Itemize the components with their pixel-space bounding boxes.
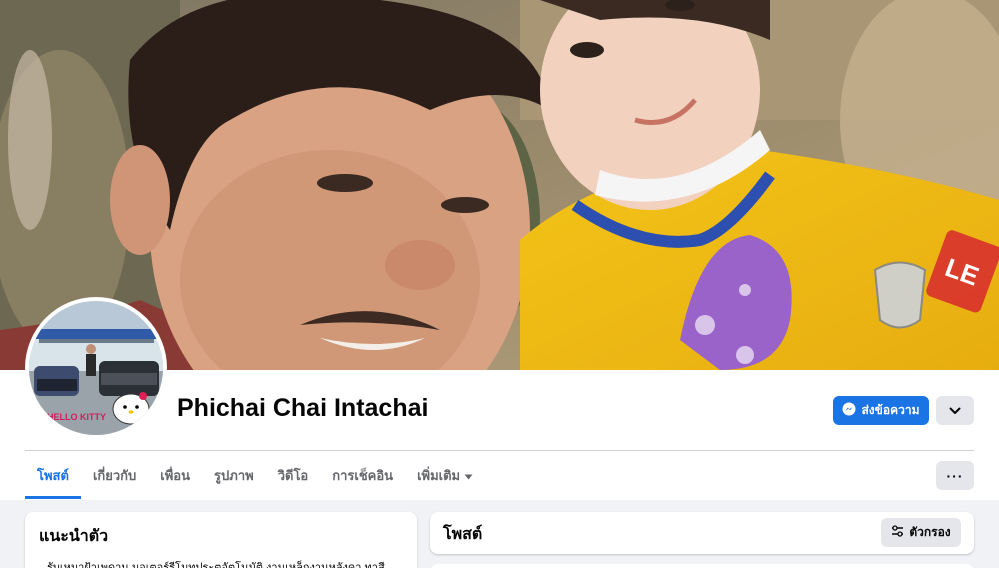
more-dots-icon: ··· xyxy=(946,467,964,484)
filter-icon xyxy=(891,525,904,540)
intro-title: แนะนำตัว xyxy=(39,528,109,545)
chevron-down-icon xyxy=(949,402,961,420)
tab-label: วิดีโอ xyxy=(277,467,309,483)
tab-label: รูปภาพ xyxy=(214,467,254,483)
posts-card: โพสต์ ตัวกรอง xyxy=(430,512,974,554)
intro-card: แนะนำตัว รับเหมาฝ้าเพดาน มอเตอร์รีโมทประ… xyxy=(25,512,417,568)
tab-about[interactable]: เกี่ยวกับ xyxy=(81,451,148,499)
profile-name: Phichai Chai Intachai xyxy=(177,394,429,422)
tab-photos[interactable]: รูปภาพ xyxy=(202,451,266,499)
tab-label: เกี่ยวกับ xyxy=(92,467,137,483)
filter-button[interactable]: ตัวกรอง xyxy=(881,518,961,547)
profile-tabs: โพสต์ เกี่ยวกับ เพื่อน รูปภาพ วิดีโอ การ… xyxy=(25,451,485,499)
tab-checkins[interactable]: การเช็คอิน xyxy=(320,451,405,499)
tab-videos[interactable]: วิดีโอ xyxy=(266,451,321,499)
messenger-icon xyxy=(842,402,856,419)
filter-label: ตัวกรอง xyxy=(909,525,951,539)
tab-label: การเช็คอิน xyxy=(332,467,394,483)
tab-friends[interactable]: เพื่อน xyxy=(148,451,202,499)
profile-options-button[interactable] xyxy=(936,396,974,425)
tab-more[interactable]: เพิ่มเติม xyxy=(405,451,485,499)
tab-posts[interactable]: โพสต์ xyxy=(25,451,81,499)
send-message-button[interactable]: ส่งข้อความ xyxy=(833,396,929,425)
tab-label: เพื่อน xyxy=(160,467,191,483)
send-message-label: ส่งข้อความ xyxy=(861,403,920,417)
avatar-badge-text: HELLO KITTY xyxy=(47,412,106,422)
cover-photo[interactable]: LE xyxy=(0,0,999,370)
tab-label: โพสต์ xyxy=(37,467,69,483)
tab-label: เพิ่มเติม xyxy=(417,467,461,483)
posts-title: โพสต์ xyxy=(443,526,483,543)
more-options-button[interactable]: ··· xyxy=(936,461,974,490)
intro-bio: รับเหมาฝ้าเพดาน มอเตอร์รีโมทประตูอัตโนมั… xyxy=(47,562,385,568)
profile-avatar[interactable]: HELLO KITTY xyxy=(25,297,167,439)
caret-down-icon xyxy=(464,468,473,483)
next-card xyxy=(430,564,974,568)
